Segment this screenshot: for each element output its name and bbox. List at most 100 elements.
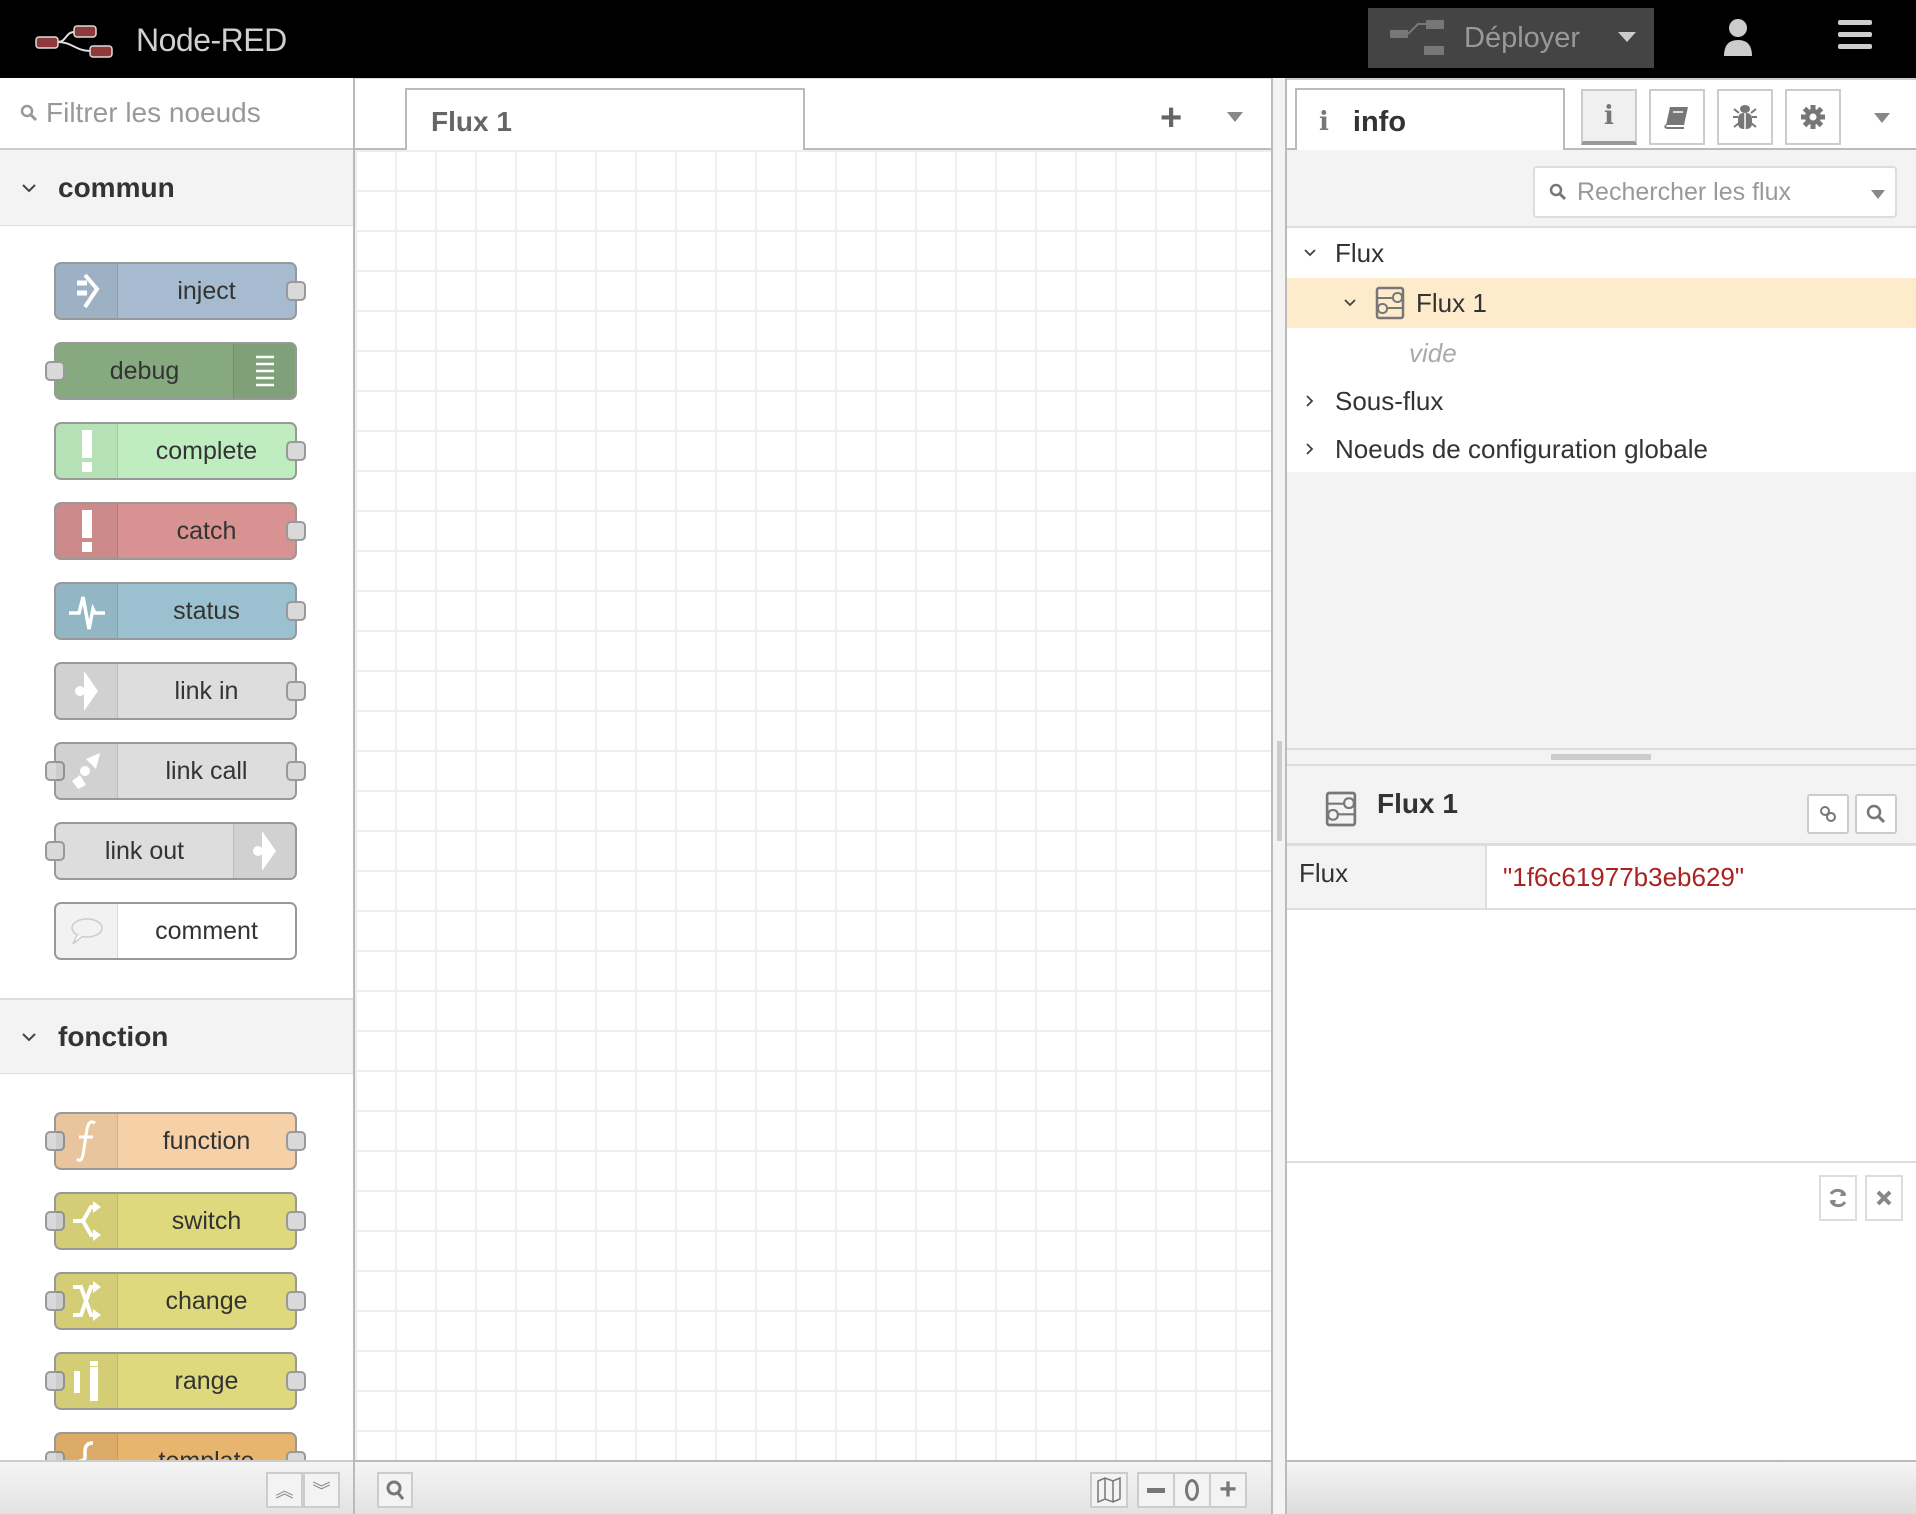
copy-link-button[interactable] — [1807, 794, 1849, 834]
palette-node-switch[interactable]: switch — [45, 1192, 306, 1250]
tree-label: Flux — [1335, 237, 1385, 268]
debug-tab-button[interactable] — [1717, 89, 1773, 145]
search-options-caret-icon[interactable] — [1871, 190, 1885, 199]
sidebar-tab-bar: i info i — [1287, 78, 1916, 154]
tab-flux-1[interactable]: Flux 1 — [405, 88, 805, 153]
output-port — [286, 1211, 306, 1231]
sidebar-search-row: Rechercher les flux — [1287, 150, 1916, 228]
search-button[interactable] — [377, 1472, 413, 1508]
palette-node-link-in[interactable]: link in — [54, 662, 306, 720]
palette-node-link-out[interactable]: link out — [45, 822, 297, 880]
workspace-footer: + — [355, 1460, 1271, 1514]
plus-icon: + — [1160, 97, 1183, 139]
exclamation-icon — [56, 504, 118, 558]
palette-category-commun[interactable]: commun — [0, 150, 353, 226]
minus-icon — [1147, 1487, 1165, 1493]
splitter-grip[interactable] — [1277, 741, 1282, 841]
output-port — [286, 601, 306, 621]
double-chevron-up-icon: ︽ — [275, 1481, 294, 1501]
palette-node-inject[interactable]: inject — [54, 262, 306, 320]
tree-item-global-config[interactable]: Noeuds de configuration globale — [1287, 424, 1916, 474]
library-tab-button[interactable] — [1649, 89, 1705, 145]
user-button[interactable] — [1722, 18, 1754, 63]
output-port — [286, 1371, 306, 1391]
sidebar-section-divider[interactable] — [1287, 748, 1916, 766]
info-icon: i — [1604, 101, 1614, 131]
palette-node-catch[interactable]: catch — [54, 502, 306, 560]
help-area — [1287, 1161, 1916, 1461]
reveal-button[interactable] — [1855, 794, 1897, 834]
chevron-down-icon — [22, 183, 36, 192]
tree-label: Sous-flux — [1335, 385, 1444, 416]
sidebar-splitter[interactable] — [1271, 78, 1287, 1514]
node-red-logo-icon — [35, 24, 113, 58]
divider-grip[interactable] — [1551, 754, 1651, 760]
palette-node-range[interactable]: range — [45, 1352, 306, 1410]
collapse-all-button[interactable]: ︽ — [266, 1472, 303, 1508]
palette-filter-input[interactable]: Filtrer les noeuds — [0, 78, 353, 150]
switch-icon — [56, 1194, 118, 1248]
info-tab-button[interactable]: i — [1581, 89, 1637, 145]
close-button[interactable] — [1865, 1175, 1903, 1221]
book-icon — [1664, 107, 1688, 129]
property-key: Flux — [1287, 846, 1487, 908]
node-label: change — [165, 1287, 248, 1315]
tree-item-flux[interactable]: Flux — [1287, 228, 1916, 278]
chevron-right-icon — [1306, 395, 1314, 407]
flow-icon — [1375, 286, 1405, 320]
add-flow-button[interactable]: + — [1160, 97, 1182, 140]
tree-empty-label: vide — [1409, 337, 1457, 368]
node-label: comment — [155, 917, 258, 945]
zoom-in-button[interactable]: + — [1209, 1472, 1247, 1508]
hamburger-menu-icon — [1838, 20, 1872, 25]
refresh-button[interactable] — [1819, 1175, 1857, 1221]
palette-node-function[interactable]: function — [45, 1112, 306, 1170]
flow-canvas[interactable] — [355, 150, 1271, 1460]
palette-filter-placeholder: Filtrer les noeuds — [46, 97, 261, 128]
palette-node-complete[interactable]: complete — [54, 422, 306, 480]
palette-node-comment[interactable]: comment — [54, 902, 297, 960]
sidebar-menu-caret-icon[interactable] — [1874, 113, 1890, 123]
speech-bubble-icon — [56, 904, 118, 958]
bug-icon — [1733, 105, 1757, 129]
node-label: switch — [171, 1207, 242, 1235]
palette-node-link-call[interactable]: link call — [45, 742, 306, 800]
range-icon — [56, 1354, 118, 1408]
app-title: Node-RED — [136, 22, 287, 58]
flow-search-input[interactable]: Rechercher les flux — [1533, 166, 1897, 218]
output-port — [286, 761, 306, 781]
palette-node-debug[interactable]: debug — [45, 342, 297, 400]
output-port — [286, 281, 306, 301]
tree-item-subflows[interactable]: Sous-flux — [1287, 376, 1916, 426]
property-value[interactable]: "1f6c61977b3eb629" — [1503, 862, 1744, 893]
tree-item-flux-1[interactable]: Flux 1 — [1287, 278, 1916, 328]
header-bar: Node-RED Déployer — [0, 0, 1916, 78]
config-tab-button[interactable] — [1785, 89, 1841, 145]
zoom-out-button[interactable] — [1137, 1472, 1175, 1508]
main-menu-button[interactable] — [1838, 20, 1872, 56]
expand-all-button[interactable]: ︾ — [303, 1472, 340, 1508]
node-label: debug — [109, 357, 180, 385]
flow-search-placeholder: Rechercher les flux — [1577, 177, 1791, 206]
deploy-dropdown-caret-icon[interactable] — [1618, 32, 1636, 42]
palette-node-change[interactable]: change — [45, 1272, 306, 1330]
gear-icon — [1801, 105, 1825, 129]
palette-category-fonction[interactable]: fonction — [0, 998, 353, 1074]
node-label: catch — [176, 517, 237, 545]
node-label: link call — [165, 757, 248, 785]
palette-node-status[interactable]: status — [54, 582, 306, 640]
sidebar-tab-info[interactable]: i info — [1295, 88, 1565, 154]
function-f-icon — [56, 1114, 118, 1168]
sidebar: i info i Rechercher les flux Flux Flux 1… — [1287, 78, 1916, 1514]
deploy-button[interactable]: Déployer — [1368, 8, 1654, 68]
search-icon — [1866, 804, 1886, 824]
property-row: Flux "1f6c61977b3eb629" — [1287, 846, 1916, 910]
zoom-reset-button[interactable] — [1173, 1472, 1211, 1508]
category-label: commun — [58, 171, 175, 203]
info-title: Flux 1 — [1377, 788, 1458, 819]
refresh-icon — [1829, 1188, 1847, 1208]
info-header: Flux 1 — [1287, 766, 1916, 846]
inject-arrow-icon — [56, 264, 118, 318]
navigator-button[interactable] — [1090, 1472, 1128, 1508]
tab-menu-caret-icon[interactable] — [1227, 112, 1243, 122]
